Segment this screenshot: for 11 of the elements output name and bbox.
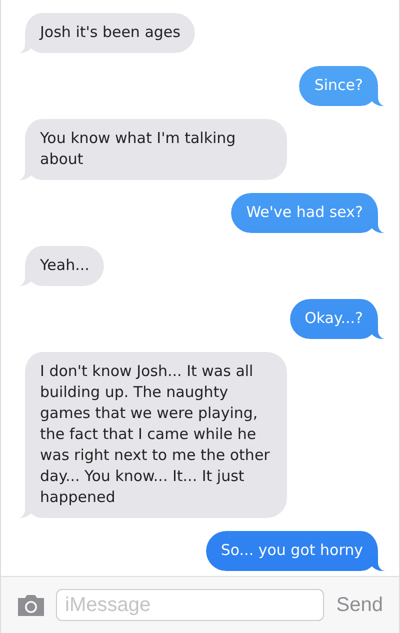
message-bubble: Josh it's been ages bbox=[18, 13, 196, 53]
send-button[interactable]: Send bbox=[334, 594, 385, 616]
camera-icon[interactable] bbox=[16, 593, 46, 617]
message-bubble: Okay...? bbox=[290, 299, 385, 339]
message-bubble: I don't know Josh... It was all building up. The naughty games that we were playing, the fact that I came while he was right next to me the other day... You know... It... It just happened bbox=[18, 352, 287, 518]
message-field[interactable]: iMessage bbox=[56, 589, 324, 621]
message-bubble: You know what I'm talking about bbox=[18, 119, 287, 180]
message-bubble: So... you got horny bbox=[206, 531, 385, 571]
message-bubble: We've had sex? bbox=[231, 193, 385, 233]
message-bubble: Yeah... bbox=[18, 246, 104, 286]
message-bubble: Since? bbox=[299, 66, 385, 106]
